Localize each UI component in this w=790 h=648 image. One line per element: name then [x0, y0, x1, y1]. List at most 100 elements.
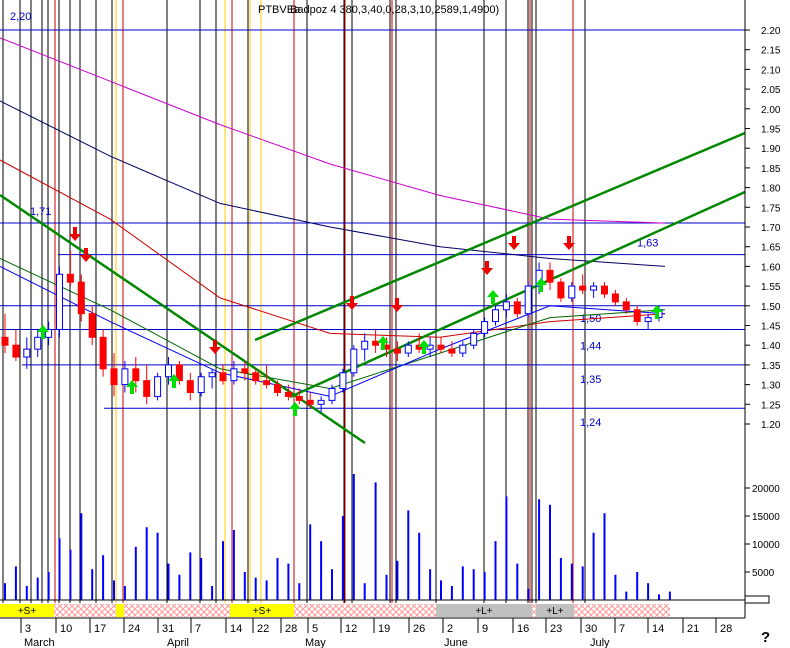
month-label-4: July: [590, 637, 610, 648]
x-tick-label-4: 31: [162, 623, 174, 635]
price-tick-label-17: 1.35: [761, 361, 781, 372]
candle-body-29: [317, 399, 325, 405]
signal-label-3: +L+: [475, 606, 492, 617]
x-tick-label-10: 12: [345, 623, 357, 635]
candle-body-25: [274, 384, 281, 393]
price-tick-label-5: 1.95: [761, 125, 781, 136]
candle-body-19: [208, 372, 216, 378]
price-tick-label-2: 2.10: [761, 65, 781, 76]
level-label-3: 1,44: [580, 340, 601, 352]
candle-body-45: [492, 309, 499, 323]
month-label-0: March: [24, 637, 55, 648]
x-tick-label-8: 28: [285, 623, 297, 635]
candle-body-50: [546, 269, 554, 283]
x-tick-label-0: 3: [25, 623, 31, 635]
x-tick-label-5: 7: [195, 623, 201, 635]
candle-body-33: [361, 340, 369, 350]
x-tick-label-12: 26: [413, 623, 425, 635]
price-tick-label-12: 1.60: [761, 262, 781, 273]
candle-body-23: [252, 372, 260, 382]
volume-tick-label-2: 10000: [752, 540, 780, 551]
candle-body-22: [241, 368, 249, 374]
candle-body-30: [328, 388, 336, 401]
candle-body-41: [448, 348, 456, 354]
price-tick-label-20: 1.20: [761, 420, 781, 431]
x-tick-label-13: 2: [447, 623, 453, 635]
price-tick-label-9: 1.75: [761, 203, 781, 214]
volume-tick-label-1: 15000: [752, 512, 780, 523]
price-tick-label-11: 1.65: [761, 243, 781, 254]
x-tick-label-1: 10: [60, 623, 72, 635]
candle-body-31: [339, 372, 347, 390]
price-tick-label-13: 1.55: [761, 282, 781, 293]
x-tick-label-14: 9: [482, 623, 488, 635]
chart-background: [0, 0, 790, 648]
x-tick-label-15: 16: [517, 623, 529, 635]
price-tick-label-19: 1.25: [761, 400, 781, 411]
price-tick-label-0: 2.20: [761, 26, 781, 37]
candle-body-20: [219, 372, 227, 382]
candle-body-32: [350, 348, 358, 374]
x-tick-label-7: 22: [257, 623, 269, 635]
candle-body-54: [590, 285, 598, 291]
candle-body-55: [601, 285, 608, 295]
candle-body-53: [579, 285, 587, 291]
scroll-handle[interactable]: [744, 595, 770, 604]
candle-body-44: [481, 321, 489, 334]
x-tick-label-2: 17: [94, 623, 106, 635]
x-tick-label-17: 30: [585, 623, 597, 635]
candle-body-24: [263, 380, 271, 386]
candle-body-47: [513, 301, 521, 315]
candle-body-2: [23, 348, 31, 358]
x-tick-label-3: 24: [128, 623, 140, 635]
signal-label-0: +S+: [18, 606, 37, 617]
signal-label-4: +L+: [546, 606, 563, 617]
candle-body-3: [34, 336, 42, 350]
candle-body-7: [77, 281, 85, 315]
candle-body-34: [372, 340, 380, 346]
candle-body-37: [404, 344, 412, 354]
candle-body-6: [66, 273, 74, 283]
x-tick-label-18: 7: [619, 623, 625, 635]
price-tick-label-4: 2.00: [761, 105, 781, 116]
price-tick-label-8: 1.80: [761, 184, 781, 195]
price-tick-label-6: 1.90: [761, 144, 781, 155]
price-tick-label-3: 2.05: [761, 85, 781, 96]
x-tick-label-20: 21: [687, 623, 699, 635]
candle-body-56: [611, 293, 619, 303]
candle-body-9: [99, 336, 107, 370]
price-tick-label-7: 1.85: [761, 164, 781, 175]
price-tick-label-14: 1.50: [761, 302, 781, 313]
candle-body-21: [230, 368, 238, 382]
candle-body-59: [644, 317, 652, 323]
candle-body-57: [622, 301, 630, 311]
level-label-5: 1,24: [580, 417, 601, 429]
volume-tick-label-0: 20000: [752, 484, 780, 495]
signal-strip: +S+ +S+ +L+ +L+: [0, 604, 670, 617]
price-tick-label-1: 2.15: [761, 46, 781, 57]
candle-body-17: [186, 380, 194, 393]
candle-body-36: [393, 348, 401, 354]
price-tick-label-16: 1.40: [761, 341, 781, 352]
candle-body-52: [568, 285, 576, 299]
candle-body-5: [56, 273, 63, 330]
chart-title-overlay: Badpoz 4 380,3,40,0,28,3,10,2589,1,4900): [290, 4, 499, 16]
candle-body-58: [633, 309, 641, 323]
x-tick-label-11: 19: [378, 623, 390, 635]
signal-box-1: [116, 604, 124, 617]
candle-body-12: [132, 368, 140, 382]
candle-body-46: [502, 301, 510, 311]
candle-body-51: [557, 281, 565, 299]
candle-body-27: [295, 395, 303, 401]
candle-body-15: [165, 364, 172, 378]
price-tick-label-18: 1.30: [761, 381, 781, 392]
signal-label-2: +S+: [253, 606, 272, 617]
volume-tick-label-3: 5000: [752, 568, 775, 579]
x-tick-label-16: 23: [550, 623, 562, 635]
candle-body-0: [1, 336, 9, 346]
month-label-2: May: [305, 637, 326, 648]
month-label-3: June: [444, 637, 468, 648]
help-icon[interactable]: ?: [761, 629, 770, 646]
candle-body-14: [154, 376, 162, 397]
candle-body-42: [459, 344, 467, 354]
